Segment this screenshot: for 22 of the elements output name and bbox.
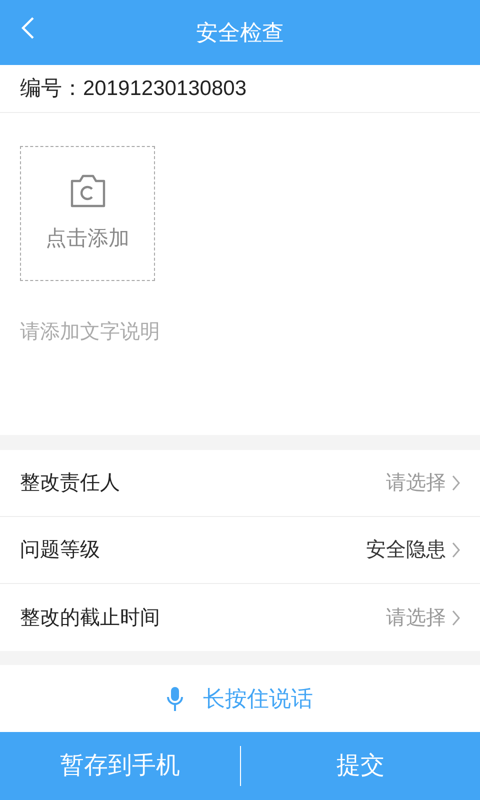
form-row[interactable]: 整改的截止时间 请选择 bbox=[0, 584, 480, 651]
photo-upload-button[interactable]: 点击添加 bbox=[20, 146, 155, 281]
description-field[interactable]: 请添加文字说明 bbox=[20, 317, 460, 417]
form-row[interactable]: 问题等级 安全隐患 bbox=[0, 517, 480, 584]
form-row[interactable]: 整改责任人 请选择 bbox=[0, 450, 480, 517]
back-icon bbox=[21, 16, 35, 40]
action-button[interactable]: 暂存到手机 bbox=[0, 732, 240, 800]
chevron-icon bbox=[452, 542, 460, 558]
field-placeholder: 请选择 bbox=[386, 471, 446, 496]
microphone-icon bbox=[167, 686, 183, 712]
field-label: 整改责任人 bbox=[20, 471, 120, 496]
chevron-icon bbox=[452, 475, 460, 491]
field-label: 整改的截止时间 bbox=[20, 606, 160, 630]
field-placeholder: 请选择 bbox=[386, 606, 446, 630]
field-label: 问题等级 bbox=[20, 538, 100, 563]
serial-number: 20191230130803 bbox=[83, 76, 247, 102]
chevron-icon bbox=[452, 610, 460, 626]
field-value: 安全隐患 bbox=[366, 538, 446, 563]
voice-button[interactable]: 长按住说话 bbox=[0, 665, 480, 732]
page-title: 安全检查 bbox=[196, 19, 284, 47]
action-button[interactable]: 提交 bbox=[241, 732, 480, 800]
serial-label: 编号： bbox=[20, 76, 83, 102]
